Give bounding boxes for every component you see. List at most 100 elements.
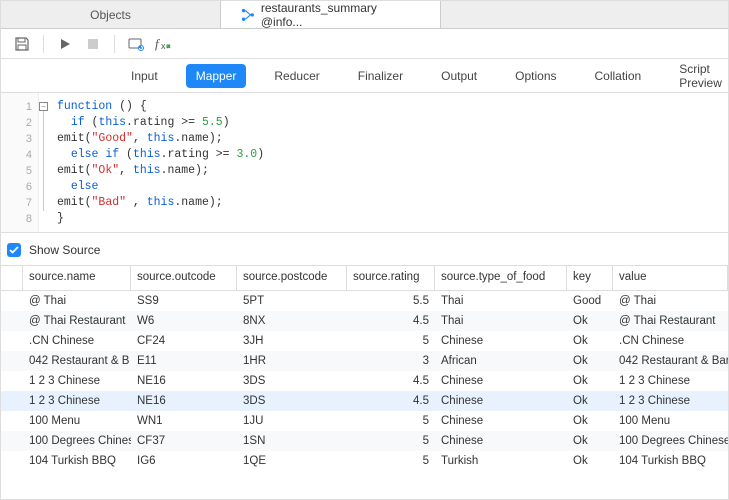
cell: WN1 xyxy=(131,413,237,429)
cell: Thai xyxy=(435,293,567,309)
divider xyxy=(43,35,44,53)
col-source-outcode[interactable]: source.outcode xyxy=(131,266,237,290)
cell: 5PT xyxy=(237,293,347,309)
subtab-finalizer[interactable]: Finalizer xyxy=(348,64,413,88)
mapreduce-icon xyxy=(241,8,255,22)
line-gutter: 12345678 xyxy=(1,93,39,232)
cell: 1 2 3 Chinese xyxy=(23,393,131,409)
cell: .CN Chinese xyxy=(613,333,728,349)
cell: Chinese xyxy=(435,433,567,449)
cell: NE16 xyxy=(131,393,237,409)
cell: Ok xyxy=(567,433,613,449)
run-button[interactable] xyxy=(54,33,76,55)
subtab-options[interactable]: Options xyxy=(505,64,566,88)
table-row[interactable]: 1 2 3 ChineseNE163DS4.5ChineseOk1 2 3 Ch… xyxy=(1,371,728,391)
cell: NE16 xyxy=(131,373,237,389)
tab-restaurants-summary[interactable]: restaurants_summary @info... xyxy=(221,1,441,28)
col-value[interactable]: value xyxy=(613,266,728,290)
cell: 1 2 3 Chinese xyxy=(23,373,131,389)
show-source-checkbox[interactable] xyxy=(7,243,21,257)
col-key[interactable]: key xyxy=(567,266,613,290)
cell: Thai xyxy=(435,313,567,329)
cell xyxy=(1,419,23,423)
cell: 1 2 3 Chinese xyxy=(613,373,728,389)
cell: CF24 xyxy=(131,333,237,349)
toolbar: fx xyxy=(1,29,728,59)
table-row[interactable]: 1 2 3 ChineseNE163DS4.5ChineseOk1 2 3 Ch… xyxy=(1,391,728,411)
table-row[interactable]: 100 Degrees ChinesCF371SN5ChineseOk100 D… xyxy=(1,431,728,451)
function-button[interactable]: fx xyxy=(153,33,175,55)
subtab-script-preview[interactable]: Script Preview xyxy=(669,57,729,95)
cell: 5 xyxy=(347,413,435,429)
section-tabs: Input Mapper Reducer Finalizer Output Op… xyxy=(1,59,728,93)
cell: 8NX xyxy=(237,313,347,329)
subtab-input[interactable]: Input xyxy=(121,64,168,88)
cell: Ok xyxy=(567,453,613,469)
table-row[interactable]: .CN ChineseCF243JH5ChineseOk.CN Chinese xyxy=(1,331,728,351)
col-source-name[interactable]: source.name xyxy=(23,266,131,290)
cell: 5 xyxy=(347,453,435,469)
cell xyxy=(1,399,23,403)
cell xyxy=(1,299,23,303)
cell xyxy=(1,339,23,343)
table-row[interactable]: 100 MenuWN11JU5ChineseOk100 Menu xyxy=(1,411,728,431)
cell: 3DS xyxy=(237,393,347,409)
cell: @ Thai Restaurant xyxy=(613,313,728,329)
cell: Ok xyxy=(567,333,613,349)
cell: CF37 xyxy=(131,433,237,449)
cell: 104 Turkish BBQ xyxy=(23,453,131,469)
row-handle-header xyxy=(1,266,23,290)
cell: Chinese xyxy=(435,413,567,429)
cell: 100 Degrees Chinese xyxy=(613,433,728,449)
subtab-collation[interactable]: Collation xyxy=(585,64,652,88)
cell: 100 Menu xyxy=(23,413,131,429)
subtab-reducer[interactable]: Reducer xyxy=(264,64,329,88)
cell: 100 Degrees Chines xyxy=(23,433,131,449)
col-source-type[interactable]: source.type_of_food xyxy=(435,266,567,290)
cell: 3DS xyxy=(237,373,347,389)
subtab-mapper[interactable]: Mapper xyxy=(186,64,247,88)
col-source-rating[interactable]: source.rating xyxy=(347,266,435,290)
code-editor[interactable]: 12345678 − function () { if (this.rating… xyxy=(1,93,728,233)
save-button[interactable] xyxy=(11,33,33,55)
tab-objects[interactable]: Objects xyxy=(1,1,221,28)
col-source-postcode[interactable]: source.postcode xyxy=(237,266,347,290)
show-source-label: Show Source xyxy=(29,243,100,257)
cell: 042 Restaurant & B xyxy=(23,353,131,369)
cell: 1 2 3 Chinese xyxy=(613,393,728,409)
cell: 4.5 xyxy=(347,373,435,389)
document-tabs: Objects restaurants_summary @info... xyxy=(1,1,728,29)
cell xyxy=(1,439,23,443)
cell: Ok xyxy=(567,413,613,429)
code-content[interactable]: function () { if (this.rating >= 5.5) em… xyxy=(53,93,268,232)
subtab-output[interactable]: Output xyxy=(431,64,487,88)
cell: Ok xyxy=(567,393,613,409)
cell: Good xyxy=(567,293,613,309)
cell: @ Thai Restaurant xyxy=(23,313,131,329)
cell: 104 Turkish BBQ xyxy=(613,453,728,469)
check-icon xyxy=(9,245,19,255)
cell: 1HR xyxy=(237,353,347,369)
cell: IG6 xyxy=(131,453,237,469)
fold-toggle[interactable]: − xyxy=(39,102,48,111)
cell: 5 xyxy=(347,333,435,349)
cell: Ok xyxy=(567,353,613,369)
refresh-button[interactable] xyxy=(125,33,147,55)
grid-body: @ ThaiSS95PT5.5ThaiGood@ Thai@ Thai Rest… xyxy=(1,291,728,471)
cell: 3JH xyxy=(237,333,347,349)
tab-label: restaurants_summary @info... xyxy=(261,1,420,29)
cell: @ Thai xyxy=(613,293,728,309)
cell: W6 xyxy=(131,313,237,329)
table-row[interactable]: @ Thai RestaurantW68NX4.5ThaiOk@ Thai Re… xyxy=(1,311,728,331)
stop-button[interactable] xyxy=(82,33,104,55)
table-row[interactable]: 104 Turkish BBQIG61QE5TurkishOk104 Turki… xyxy=(1,451,728,471)
table-row[interactable]: @ ThaiSS95PT5.5ThaiGood@ Thai xyxy=(1,291,728,311)
cell xyxy=(1,359,23,363)
cell: 4.5 xyxy=(347,313,435,329)
cell: Chinese xyxy=(435,373,567,389)
table-row[interactable]: 042 Restaurant & BE111HR3AfricanOk042 Re… xyxy=(1,351,728,371)
cell xyxy=(1,379,23,383)
cell: Ok xyxy=(567,313,613,329)
cell: E11 xyxy=(131,353,237,369)
cell: 100 Menu xyxy=(613,413,728,429)
